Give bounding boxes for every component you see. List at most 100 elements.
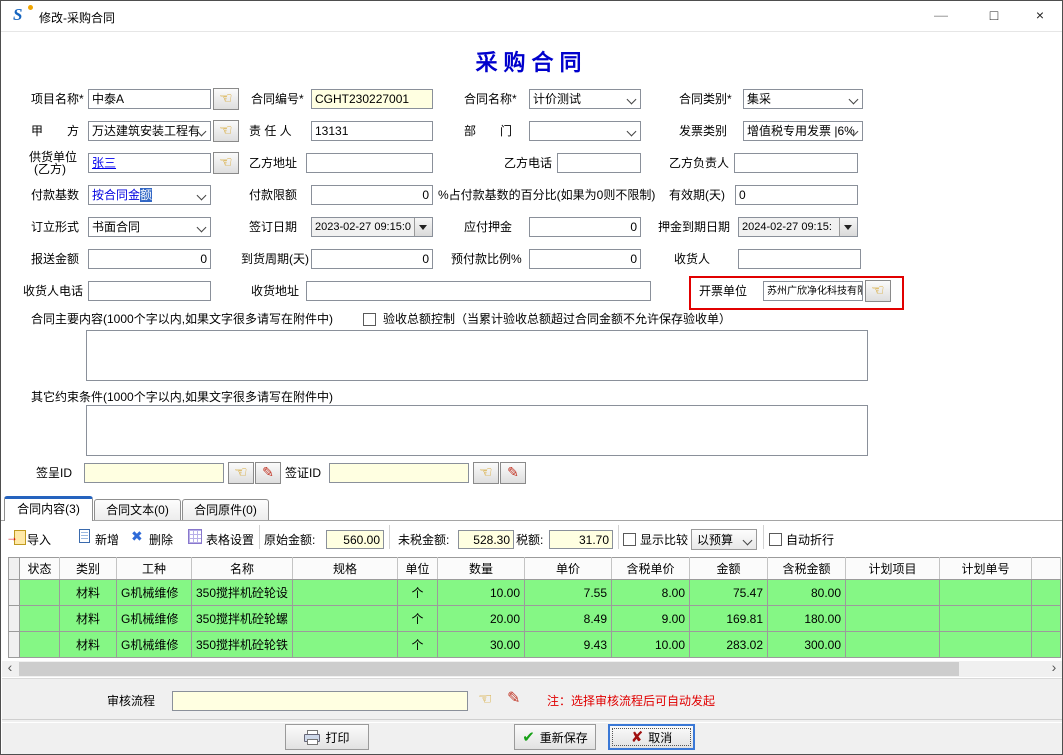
project-name-field[interactable]: 中泰A [88,89,211,109]
window-title: 修改-采购合同 [39,9,115,26]
receiver-phone-field[interactable] [88,281,211,301]
deposit-field[interactable]: 0 [529,217,641,237]
invoice-unit-field[interactable]: 苏州广欣净化科技有限 [763,281,863,301]
show-compare-checkbox[interactable] [623,533,636,546]
acceptance-total-checkbox[interactable] [363,313,376,326]
party-a-lookup-button[interactable]: ☜ [213,120,239,142]
workflow-lookup-hand-icon[interactable]: ☜ [478,691,492,709]
qiancheng-id-field[interactable] [84,463,224,483]
responsible-field[interactable]: 13131 [311,121,433,141]
col-amount[interactable]: 金额 [690,558,768,580]
col-category[interactable]: 类别 [60,558,117,580]
delete-button[interactable]: 删除 [149,532,173,548]
valid-days-label: 有效期(天) [669,188,725,202]
cancel-button[interactable]: ✘ 取消 [608,724,695,750]
col-spec[interactable]: 规格 [293,558,398,580]
party-b-contact-field[interactable] [734,153,858,173]
maximize-button[interactable]: □ [972,1,1016,30]
invoice-unit-lookup-button[interactable]: ☜ [865,280,891,302]
col-worktype[interactable]: 工种 [117,558,192,580]
report-amount-field[interactable]: 0 [88,249,211,269]
col-price-taxed[interactable]: 含税单价 [612,558,690,580]
main-content-textarea[interactable] [86,330,868,381]
project-lookup-button[interactable]: ☜ [213,88,239,110]
pen-icon: ✎ [507,464,519,480]
tab-contract-content[interactable]: 合同内容(3) [4,496,93,521]
col-name[interactable]: 名称 [192,558,293,580]
valid-days-field[interactable]: 0 [735,185,858,205]
delivery-cycle-field[interactable]: 0 [311,249,433,269]
col-plan-no[interactable]: 计划单号 [940,558,1032,580]
add-button[interactable]: 新增 [95,532,119,548]
col-qty[interactable]: 数量 [438,558,525,580]
calendar-dropdown-button[interactable] [839,218,857,236]
untaxed-amount-label: 未税金额: [398,532,449,548]
sign-date-picker[interactable]: 2023-02-27 09:15:0 [311,217,433,237]
tab-contract-original[interactable]: 合同原件(0) [182,499,269,521]
grid-settings-button[interactable]: 表格设置 [206,532,254,548]
supplier-lookup-button[interactable]: ☜ [213,152,239,174]
qianzheng-edit-button[interactable]: ✎ [500,462,526,484]
form-type-label: 订立形式 [31,220,79,234]
scroll-left-arrow[interactable]: ‹ [2,661,18,677]
print-button[interactable]: 打印 [285,724,369,750]
contract-name-label: 合同名称* [464,92,517,106]
department-combo[interactable] [529,121,641,141]
qiancheng-lookup-button[interactable]: ☜ [228,462,254,484]
payment-base-combo[interactable]: 按合同金额 [88,185,211,205]
auto-wrap-checkbox[interactable] [769,533,782,546]
minimize-button[interactable]: — [919,1,963,30]
tax-amount-label: 税额: [516,532,543,548]
compare-mode-combo[interactable]: 以预算 [691,529,757,550]
col-amount-taxed[interactable]: 含税金额 [768,558,846,580]
deposit-due-picker[interactable]: 2024-02-27 09:15: [738,217,858,237]
tab-panel-border [1,520,1063,521]
hand-icon: ☜ [219,154,232,171]
table-row[interactable]: 材料 G机械维修 350搅拌机砼轮铁 个 30.00 9.43 10.00 28… [9,632,1061,658]
contract-type-combo[interactable]: 集采 [743,89,863,109]
resave-button[interactable]: ✔ 重新保存 [514,724,596,750]
col-status[interactable]: 状态 [20,558,60,580]
prepay-ratio-field[interactable]: 0 [529,249,641,269]
cross-icon: ✘ [631,728,644,746]
col-plan-project[interactable]: 计划项目 [846,558,940,580]
tab-contract-text[interactable]: 合同文本(0) [94,499,181,521]
party-b-phone-field[interactable] [557,153,641,173]
party-a-combo[interactable]: 万达建筑安装工程有 [88,121,211,141]
qianzheng-id-field[interactable] [329,463,469,483]
contract-no-field[interactable]: CGHT230227001 [311,89,433,109]
other-terms-textarea[interactable] [86,405,868,456]
workflow-field[interactable] [172,691,468,711]
chevron-down-icon [197,223,207,233]
invoice-type-combo[interactable]: 增值税专用发票 |6% [743,121,863,141]
supplier-field[interactable]: 张三 [88,153,211,173]
receiver-label: 收货人 [674,252,710,266]
deposit-label: 应付押金 [464,220,512,234]
calendar-dropdown-button[interactable] [414,218,432,236]
delivery-cycle-label: 到货周期(天) [241,252,309,266]
delete-x-icon: ✖ [131,529,143,544]
col-unit[interactable]: 单位 [398,558,438,580]
footer-panel: 审核流程 ☜ ✎ 注：选择审核流程后可自动发起 打印 ✔ 重新保存 ✘ 取消 [2,678,1063,755]
table-row[interactable]: 材料 G机械维修 350搅拌机砼轮螺 个 20.00 8.49 9.00 169… [9,606,1061,632]
qiancheng-edit-button[interactable]: ✎ [255,462,281,484]
receive-address-field[interactable] [306,281,651,301]
receiver-field[interactable] [738,249,861,269]
contract-name-combo[interactable]: 计价测试 [529,89,641,109]
form-type-combo[interactable]: 书面合同 [88,217,211,237]
party-b-phone-label: 乙方电话 [504,156,552,170]
table-row[interactable]: 材料 G机械维修 350搅拌机砼轮设 个 10.00 7.55 8.00 75.… [9,580,1061,606]
payment-limit-field[interactable]: 0 [311,185,433,205]
scrollbar-thumb[interactable] [19,662,959,676]
show-compare-label: 显示比较 [640,532,688,548]
workflow-edit-pen-icon[interactable]: ✎ [507,690,520,708]
supplier-label-line2: (乙方) [34,162,66,176]
qianzheng-lookup-button[interactable]: ☜ [473,462,499,484]
col-price[interactable]: 单价 [525,558,612,580]
party-b-address-field[interactable] [306,153,433,173]
horizontal-scrollbar[interactable]: ‹ › [2,661,1062,677]
scroll-right-arrow[interactable]: › [1046,661,1062,677]
close-button[interactable]: × [1018,1,1062,30]
import-button[interactable]: 导入 [27,532,51,548]
app-icon: S [13,5,33,25]
